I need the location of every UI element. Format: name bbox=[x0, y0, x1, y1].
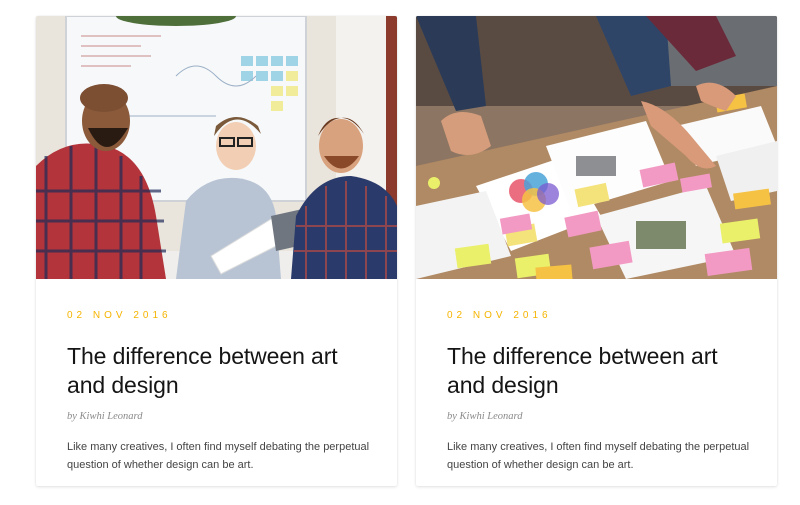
post-date: 02 NOV 2016 bbox=[67, 310, 172, 321]
post-date: 02 NOV 2016 bbox=[447, 310, 552, 321]
post-title-link[interactable]: The difference between art and design bbox=[447, 342, 753, 400]
blog-card: 02 NOV 2016 The difference between art a… bbox=[416, 16, 777, 486]
post-excerpt: Like many creatives, I often find myself… bbox=[447, 441, 750, 471]
post-title-link[interactable]: The difference between art and design bbox=[67, 342, 373, 400]
blog-card: 02 NOV 2016 The difference between art a… bbox=[36, 16, 397, 486]
card-body: 02 NOV 2016 The difference between art a… bbox=[447, 310, 753, 474]
card-body: 02 NOV 2016 The difference between art a… bbox=[67, 310, 373, 474]
post-author: by Kiwhi Leonard bbox=[447, 411, 523, 422]
post-author: by Kiwhi Leonard bbox=[67, 411, 143, 422]
team-meeting-photo bbox=[36, 16, 397, 279]
post-thumbnail-link[interactable] bbox=[36, 16, 397, 279]
desk-documents-photo bbox=[416, 16, 777, 279]
post-thumbnail-link[interactable] bbox=[416, 16, 777, 279]
post-excerpt: Like many creatives, I often find myself… bbox=[67, 441, 370, 471]
